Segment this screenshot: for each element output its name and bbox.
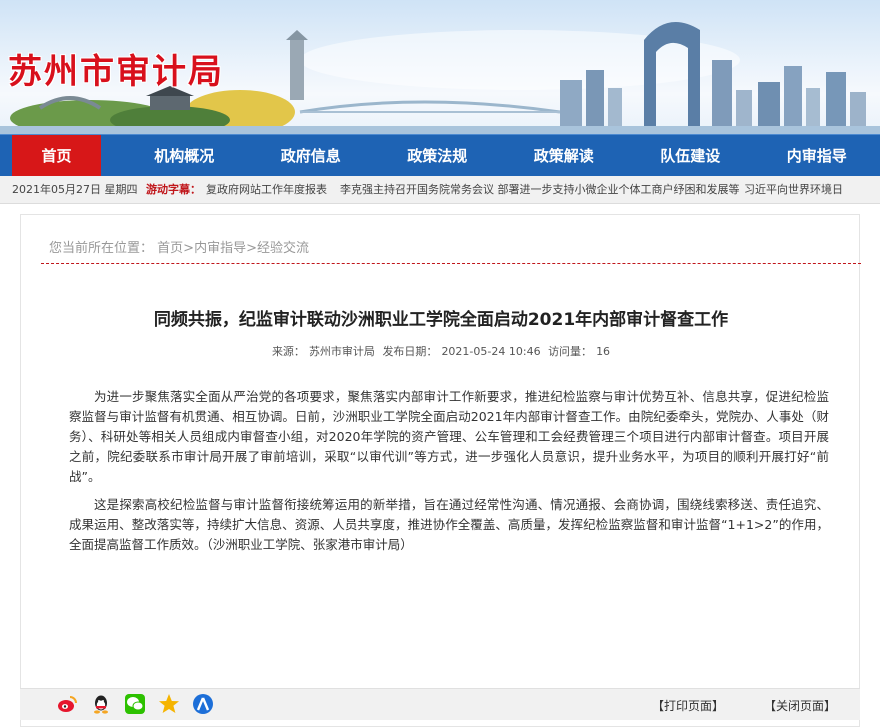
qq-icon[interactable]	[90, 693, 112, 715]
close-page-button[interactable]: 【关闭页面】	[764, 697, 836, 714]
current-date: 2021年05月27日 星期四	[12, 183, 138, 196]
source-value: 苏州市审计局	[308, 345, 375, 358]
breadcrumb-separator: >	[183, 241, 195, 256]
article-title: 同频共振，纪监审计联动沙洲职业工学院全面启动2021年内部审计督查工作	[153, 310, 729, 330]
breadcrumb-home[interactable]: 首页	[157, 241, 183, 256]
ticker-item[interactable]: 李克强主持召开国务院常务会议 部署进一步支持小微企业个体工商户纾困和发展等	[340, 176, 740, 203]
nav-item-organization[interactable]: 机构概况	[121, 135, 248, 177]
nav-item-home[interactable]: 首页	[12, 135, 101, 177]
page-actions: 【打印页面】 【关闭页面】	[652, 697, 836, 714]
share-bar: 【打印页面】 【关闭页面】	[20, 688, 860, 720]
breadcrumb-separator: >	[246, 241, 257, 256]
breadcrumb: 您当前所在位置： 首页>内审指导>经验交流	[49, 237, 309, 256]
article-body: 为进一步聚焦落实全面从严治党的各项要求，聚焦落实内部审计工作新要求，推进纪检监察…	[69, 387, 829, 563]
nav-item-policy-interpretation[interactable]: 政策解读	[501, 135, 628, 177]
article-meta: 来源： 苏州市审计局 发布日期： 2021-05-24 10:46 访问量： 16	[21, 343, 861, 359]
nav-item-team-building[interactable]: 队伍建设	[627, 135, 754, 177]
article-paragraph: 这是探索高校纪检监督与审计监督衔接统筹运用的新举措，旨在通过经常性沟通、情况通报…	[69, 497, 829, 552]
ticker-item[interactable]: 习近平向世界环境日	[744, 176, 843, 203]
site-title: 苏州市审计局	[8, 52, 224, 92]
breadcrumb-divider	[41, 263, 861, 264]
nav-item-regulations[interactable]: 政策法规	[374, 135, 501, 177]
share-icons	[56, 693, 214, 715]
header-banner: 苏州市审计局	[0, 0, 880, 134]
date-label: 发布日期：	[382, 345, 438, 358]
visits-value: 16	[596, 345, 611, 358]
renren-icon[interactable]	[192, 693, 214, 715]
ticker-item[interactable]: 复政府网站工作年度报表	[206, 176, 327, 203]
info-strip: 2021年05月27日 星期四 游动字幕： 复政府网站工作年度报表 李克强主持召…	[0, 176, 880, 204]
date-value: 2021-05-24 10:46	[441, 345, 541, 358]
print-page-button[interactable]: 【打印页面】	[652, 697, 724, 714]
article-paragraph: 为进一步聚焦落实全面从严治党的各项要求，聚焦落实内部审计工作新要求，推进纪检监察…	[69, 389, 829, 484]
wechat-icon[interactable]	[124, 693, 146, 715]
source-label: 来源：	[271, 345, 305, 358]
main-nav: 首页 机构概况 政府信息 政策法规 政策解读 队伍建设 内审指导	[0, 134, 880, 177]
breadcrumb-internal-audit[interactable]: 内审指导	[194, 241, 246, 256]
breadcrumb-prefix: 您当前所在位置：	[49, 241, 154, 256]
nav-item-gov-info[interactable]: 政府信息	[247, 135, 374, 177]
content-frame: 您当前所在位置： 首页>内审指导>经验交流 同频共振，纪监审计联动沙洲职业工学院…	[20, 214, 861, 727]
nav-item-internal-audit[interactable]: 内审指导	[754, 135, 880, 177]
qzone-icon[interactable]	[158, 693, 180, 715]
visits-label: 访问量：	[548, 345, 593, 358]
ticker-label: 游动字幕：	[146, 183, 201, 196]
weibo-icon[interactable]	[56, 693, 78, 715]
breadcrumb-experience[interactable]: 经验交流	[257, 241, 309, 256]
